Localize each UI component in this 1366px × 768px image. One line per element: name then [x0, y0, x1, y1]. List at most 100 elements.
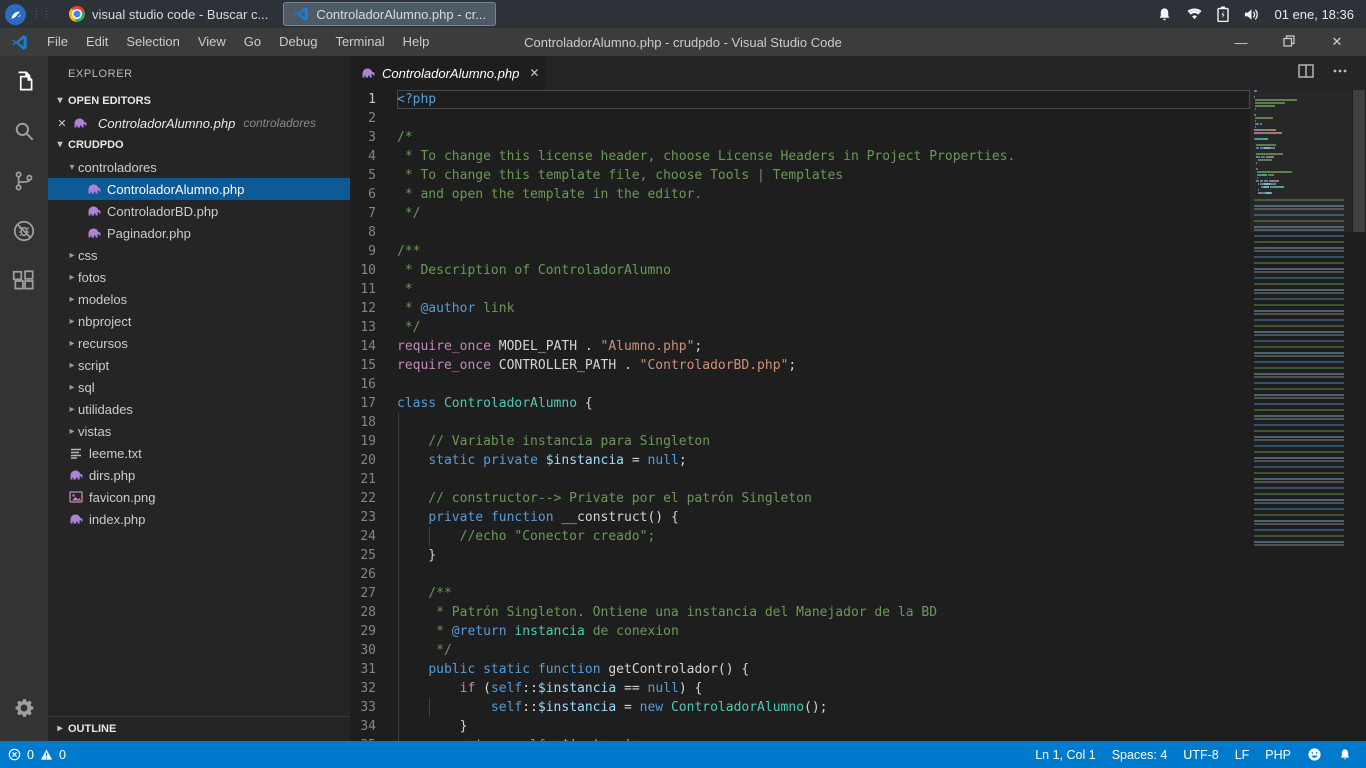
code-line-33[interactable]: 33 self::$instancia = new ControladorAlu… [350, 698, 1250, 717]
code-line-25[interactable]: 25 } [350, 546, 1250, 565]
code-line-29[interactable]: 29 * @return instancia de conexion [350, 622, 1250, 641]
settings-gear-icon[interactable] [0, 683, 48, 733]
restore-button[interactable] [1276, 35, 1302, 50]
minimap[interactable] [1250, 90, 1352, 741]
clock[interactable]: 01 ene, 18:36 [1274, 7, 1354, 22]
code-editor[interactable]: 1<?php23/*4 * To change this license hea… [350, 90, 1366, 741]
close-icon[interactable]: ✕ [54, 117, 70, 130]
tree-file-leeme.txt[interactable]: leeme.txt [48, 442, 350, 464]
code-line-16[interactable]: 16 [350, 375, 1250, 394]
explorer-icon[interactable] [0, 56, 48, 106]
code-lines[interactable]: 1<?php23/*4 * To change this license hea… [350, 90, 1250, 741]
status-eol[interactable]: LF [1227, 748, 1258, 762]
extensions-icon[interactable] [0, 256, 48, 306]
tree-folder-css[interactable]: ▸css [48, 244, 350, 266]
code-line-8[interactable]: 8 [350, 223, 1250, 242]
code-line-34[interactable]: 34 } [350, 717, 1250, 736]
tree-folder-utilidades[interactable]: ▸utilidades [48, 398, 350, 420]
code-line-24[interactable]: 24 //echo "Conector creado"; [350, 527, 1250, 546]
code-line-13[interactable]: 13 */ [350, 318, 1250, 337]
code-line-31[interactable]: 31 public static function getControlador… [350, 660, 1250, 679]
status-indentation[interactable]: Spaces: 4 [1104, 748, 1176, 762]
code-line-4[interactable]: 4 * To change this license header, choos… [350, 147, 1250, 166]
code-line-17[interactable]: 17class ControladorAlumno { [350, 394, 1250, 413]
code-line-3[interactable]: 3/* [350, 128, 1250, 147]
code-line-22[interactable]: 22 // constructor--> Private por el patr… [350, 489, 1250, 508]
menu-selection[interactable]: Selection [117, 28, 188, 56]
scrollbar-thumb[interactable] [1353, 90, 1365, 232]
code-line-32[interactable]: 32 if (self::$instancia == null) { [350, 679, 1250, 698]
code-line-20[interactable]: 20 static private $instancia = null; [350, 451, 1250, 470]
code-line-12[interactable]: 12 * @author link [350, 299, 1250, 318]
source-control-icon[interactable] [0, 156, 48, 206]
wifi-icon[interactable] [1186, 7, 1203, 21]
code-line-18[interactable]: 18 [350, 413, 1250, 432]
tree-folder-modelos[interactable]: ▸modelos [48, 288, 350, 310]
volume-icon[interactable] [1243, 7, 1260, 22]
tree-file-index.php[interactable]: index.php [48, 508, 350, 530]
code-line-23[interactable]: 23 private function __construct() { [350, 508, 1250, 527]
tree-file-dirs.php[interactable]: dirs.php [48, 464, 350, 486]
tab-close-icon[interactable]: ✕ [529, 66, 539, 80]
notifications-bell-icon[interactable] [1330, 748, 1360, 762]
menu-debug[interactable]: Debug [270, 28, 326, 56]
code-line-15[interactable]: 15require_once CONTROLLER_PATH . "Contro… [350, 356, 1250, 375]
tree-file-ControladorBD.php[interactable]: ControladorBD.php [48, 200, 350, 222]
code-line-9[interactable]: 9/** [350, 242, 1250, 261]
tree-file-Paginador.php[interactable]: Paginador.php [48, 222, 350, 244]
menu-help[interactable]: Help [394, 28, 439, 56]
open-editor-item[interactable]: ✕ ControladorAlumno.php controladores [48, 112, 350, 134]
menu-go[interactable]: Go [235, 28, 270, 56]
battery-charging-icon[interactable] [1217, 6, 1229, 22]
project-root-header[interactable]: ▾ CRUDPDO [48, 134, 350, 156]
tree-file-favicon.png[interactable]: favicon.png [48, 486, 350, 508]
tree-folder-recursos[interactable]: ▸recursos [48, 332, 350, 354]
code-line-7[interactable]: 7 */ [350, 204, 1250, 223]
close-button[interactable]: ✕ [1324, 34, 1350, 50]
chrome-icon [69, 6, 85, 22]
menu-terminal[interactable]: Terminal [326, 28, 393, 56]
editor-scrollbar[interactable] [1352, 90, 1366, 741]
status-language-mode[interactable]: PHP [1257, 748, 1299, 762]
taskbar-window-vscode[interactable]: ControladorAlumno.php - cr... [283, 2, 496, 26]
code-line-21[interactable]: 21 [350, 470, 1250, 489]
taskbar-window-chrome[interactable]: visual studio code - Buscar c... [60, 2, 277, 26]
txt-file-icon [68, 445, 84, 461]
tree-folder-sql[interactable]: ▸sql [48, 376, 350, 398]
status-encoding[interactable]: UTF-8 [1175, 748, 1226, 762]
notifications-icon[interactable] [1157, 7, 1172, 22]
code-line-14[interactable]: 14require_once MODEL_PATH . "Alumno.php"… [350, 337, 1250, 356]
code-line-1[interactable]: 1<?php [350, 90, 1250, 109]
tab-controladoralumno[interactable]: ControladorAlumno.php ✕ [350, 56, 546, 90]
tree-folder-vistas[interactable]: ▸vistas [48, 420, 350, 442]
menu-edit[interactable]: Edit [77, 28, 117, 56]
split-editor-icon[interactable] [1298, 63, 1314, 84]
code-line-27[interactable]: 27 /** [350, 584, 1250, 603]
code-line-26[interactable]: 26 [350, 565, 1250, 584]
code-line-5[interactable]: 5 * To change this template file, choose… [350, 166, 1250, 185]
problems-status[interactable]: 0 0 [0, 741, 74, 768]
search-icon[interactable] [0, 106, 48, 156]
status-cursor-position[interactable]: Ln 1, Col 1 [1027, 748, 1103, 762]
tree-folder-nbproject[interactable]: ▸nbproject [48, 310, 350, 332]
app-launcher-icon[interactable] [5, 4, 26, 25]
tree-folder-controladores[interactable]: ▾controladores [48, 156, 350, 178]
code-line-10[interactable]: 10 * Description of ControladorAlumno [350, 261, 1250, 280]
code-line-2[interactable]: 2 [350, 109, 1250, 128]
menu-view[interactable]: View [189, 28, 235, 56]
feedback-smiley-icon[interactable] [1299, 747, 1330, 762]
more-actions-icon[interactable] [1332, 63, 1348, 84]
code-line-6[interactable]: 6 * and open the template in the editor. [350, 185, 1250, 204]
tree-folder-script[interactable]: ▸script [48, 354, 350, 376]
debug-icon[interactable] [0, 206, 48, 256]
minimize-button[interactable]: — [1228, 35, 1254, 50]
tree-file-ControladorAlumno.php[interactable]: ControladorAlumno.php [48, 178, 350, 200]
tree-folder-fotos[interactable]: ▸fotos [48, 266, 350, 288]
code-line-28[interactable]: 28 * Patrón Singleton. Ontiene una insta… [350, 603, 1250, 622]
outline-section-header[interactable]: ▸ OUTLINE [48, 716, 350, 741]
code-line-30[interactable]: 30 */ [350, 641, 1250, 660]
open-editors-header[interactable]: ▾ OPEN EDITORS [48, 90, 350, 112]
code-line-19[interactable]: 19 // Variable instancia para Singleton [350, 432, 1250, 451]
code-line-11[interactable]: 11 * [350, 280, 1250, 299]
menu-file[interactable]: File [38, 28, 77, 56]
